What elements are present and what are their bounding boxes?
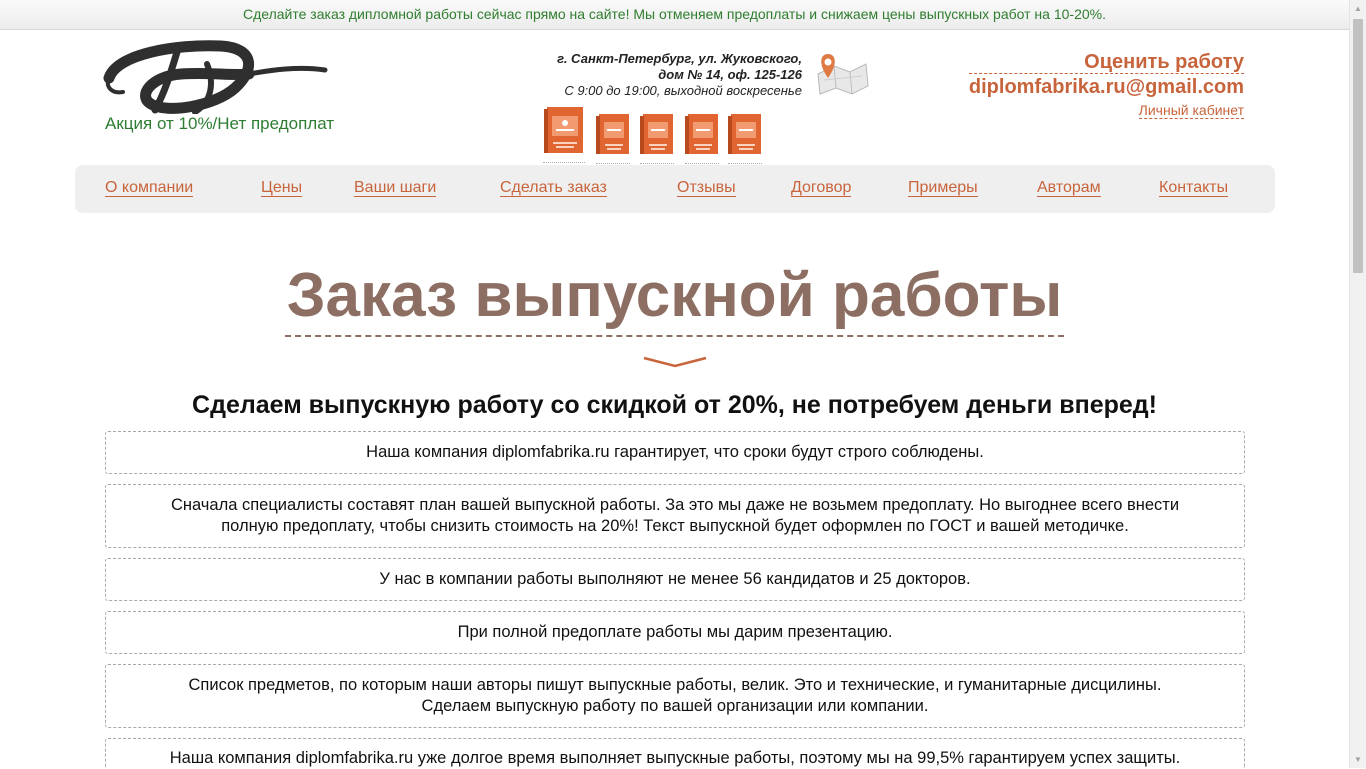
feature-text: При полной предоплате работы мы дарим пр…	[457, 623, 893, 641]
feature-box: У нас в компании работы выполняют не мен…	[105, 558, 1245, 601]
feature-text: У нас в компании работы выполняют не мен…	[379, 570, 971, 588]
thesis-cover-icon[interactable]	[728, 113, 762, 164]
page-title-wrap: Заказ выпускной работы	[0, 258, 1349, 337]
main-nav: О компании Цены Ваши шаги Сделать заказ …	[75, 165, 1275, 213]
feature-text: Сначала специалисты составят план вашей …	[170, 496, 1180, 514]
office-address: г. Санкт-Петербург, ул. Жуковского, дом …	[480, 51, 802, 99]
nav-item-contract[interactable]: Договор	[791, 179, 852, 197]
scroll-thumb[interactable]	[1353, 19, 1363, 273]
nav-item-reviews[interactable]: Отзывы	[677, 179, 736, 197]
page-subtitle: Сделаем выпускную работу со скидкой от 2…	[192, 391, 1157, 419]
page-scrollbar[interactable]: ▲ ▼	[1349, 0, 1366, 768]
nav-item-authors[interactable]: Авторам	[1037, 179, 1101, 197]
promo-banner: Сделайте заказ дипломной работы сейчас п…	[0, 0, 1349, 30]
estimate-work-link[interactable]: Оценить работу	[968, 51, 1244, 74]
nav-item-contacts[interactable]: Контакты	[1159, 179, 1229, 197]
address-line-2: дом № 14, оф. 125-126	[658, 67, 802, 82]
contact-email[interactable]: diplomfabrika.ru@gmail.com	[969, 75, 1244, 99]
nav-item-examples[interactable]: Примеры	[908, 179, 978, 197]
scroll-up-arrow-icon[interactable]: ▲	[1350, 0, 1366, 17]
feature-text: Список предметов, по которым наши авторы…	[188, 676, 1162, 694]
logo-monogram-icon	[103, 40, 328, 115]
feature-box: При полной предоплате работы мы дарим пр…	[105, 611, 1245, 654]
thesis-cover-icon[interactable]	[596, 113, 630, 164]
page-title: Заказ выпускной работы	[284, 258, 1065, 337]
thesis-covers	[543, 106, 765, 168]
nav-item-steps[interactable]: Ваши шаги	[354, 179, 437, 197]
thesis-cover-icon[interactable]	[640, 113, 674, 164]
nav-item-about[interactable]: О компании	[105, 179, 194, 197]
nav-item-prices[interactable]: Цены	[261, 179, 303, 197]
feature-box: Наша компания diplomfabrika.ru гарантиру…	[105, 431, 1245, 474]
feature-text: Наша компания diplomfabrika.ru гарантиру…	[366, 443, 984, 461]
nav-item-order[interactable]: Сделать заказ	[500, 179, 607, 197]
scroll-down-arrow-icon[interactable]: ▼	[1350, 751, 1366, 768]
feature-box: Наша компания diplomfabrika.ru уже долго…	[105, 738, 1245, 768]
promo-text: Сделайте заказ дипломной работы сейчас п…	[243, 6, 1106, 22]
personal-account-link[interactable]: Личный кабинет	[1138, 103, 1244, 119]
thesis-cover-icon[interactable]	[543, 106, 585, 163]
map-pin-icon[interactable]	[814, 52, 870, 101]
feature-text: полную предоплату, чтобы снизить стоимос…	[221, 517, 1129, 535]
address-line-1: г. Санкт-Петербург, ул. Жуковского,	[557, 51, 802, 66]
chevron-down-icon	[643, 355, 707, 373]
feature-text: Наша компания diplomfabrika.ru уже долго…	[169, 749, 1181, 767]
working-hours: С 9:00 до 19:00, выходной воскресенье	[564, 83, 802, 98]
feature-box: Сначала специалисты составят план вашей …	[105, 484, 1245, 548]
feature-text: Сделаем выпускную работу по вашей органи…	[421, 697, 929, 715]
site-logo[interactable]	[103, 40, 329, 119]
feature-box: Список предметов, по которым наши авторы…	[105, 664, 1245, 728]
thesis-cover-icon[interactable]	[685, 113, 719, 164]
header-contacts: Оценить работу diplomfabrika.ru@gmail.co…	[968, 51, 1244, 120]
logo-tagline: Акция от 10%/Нет предоплат	[105, 114, 335, 133]
